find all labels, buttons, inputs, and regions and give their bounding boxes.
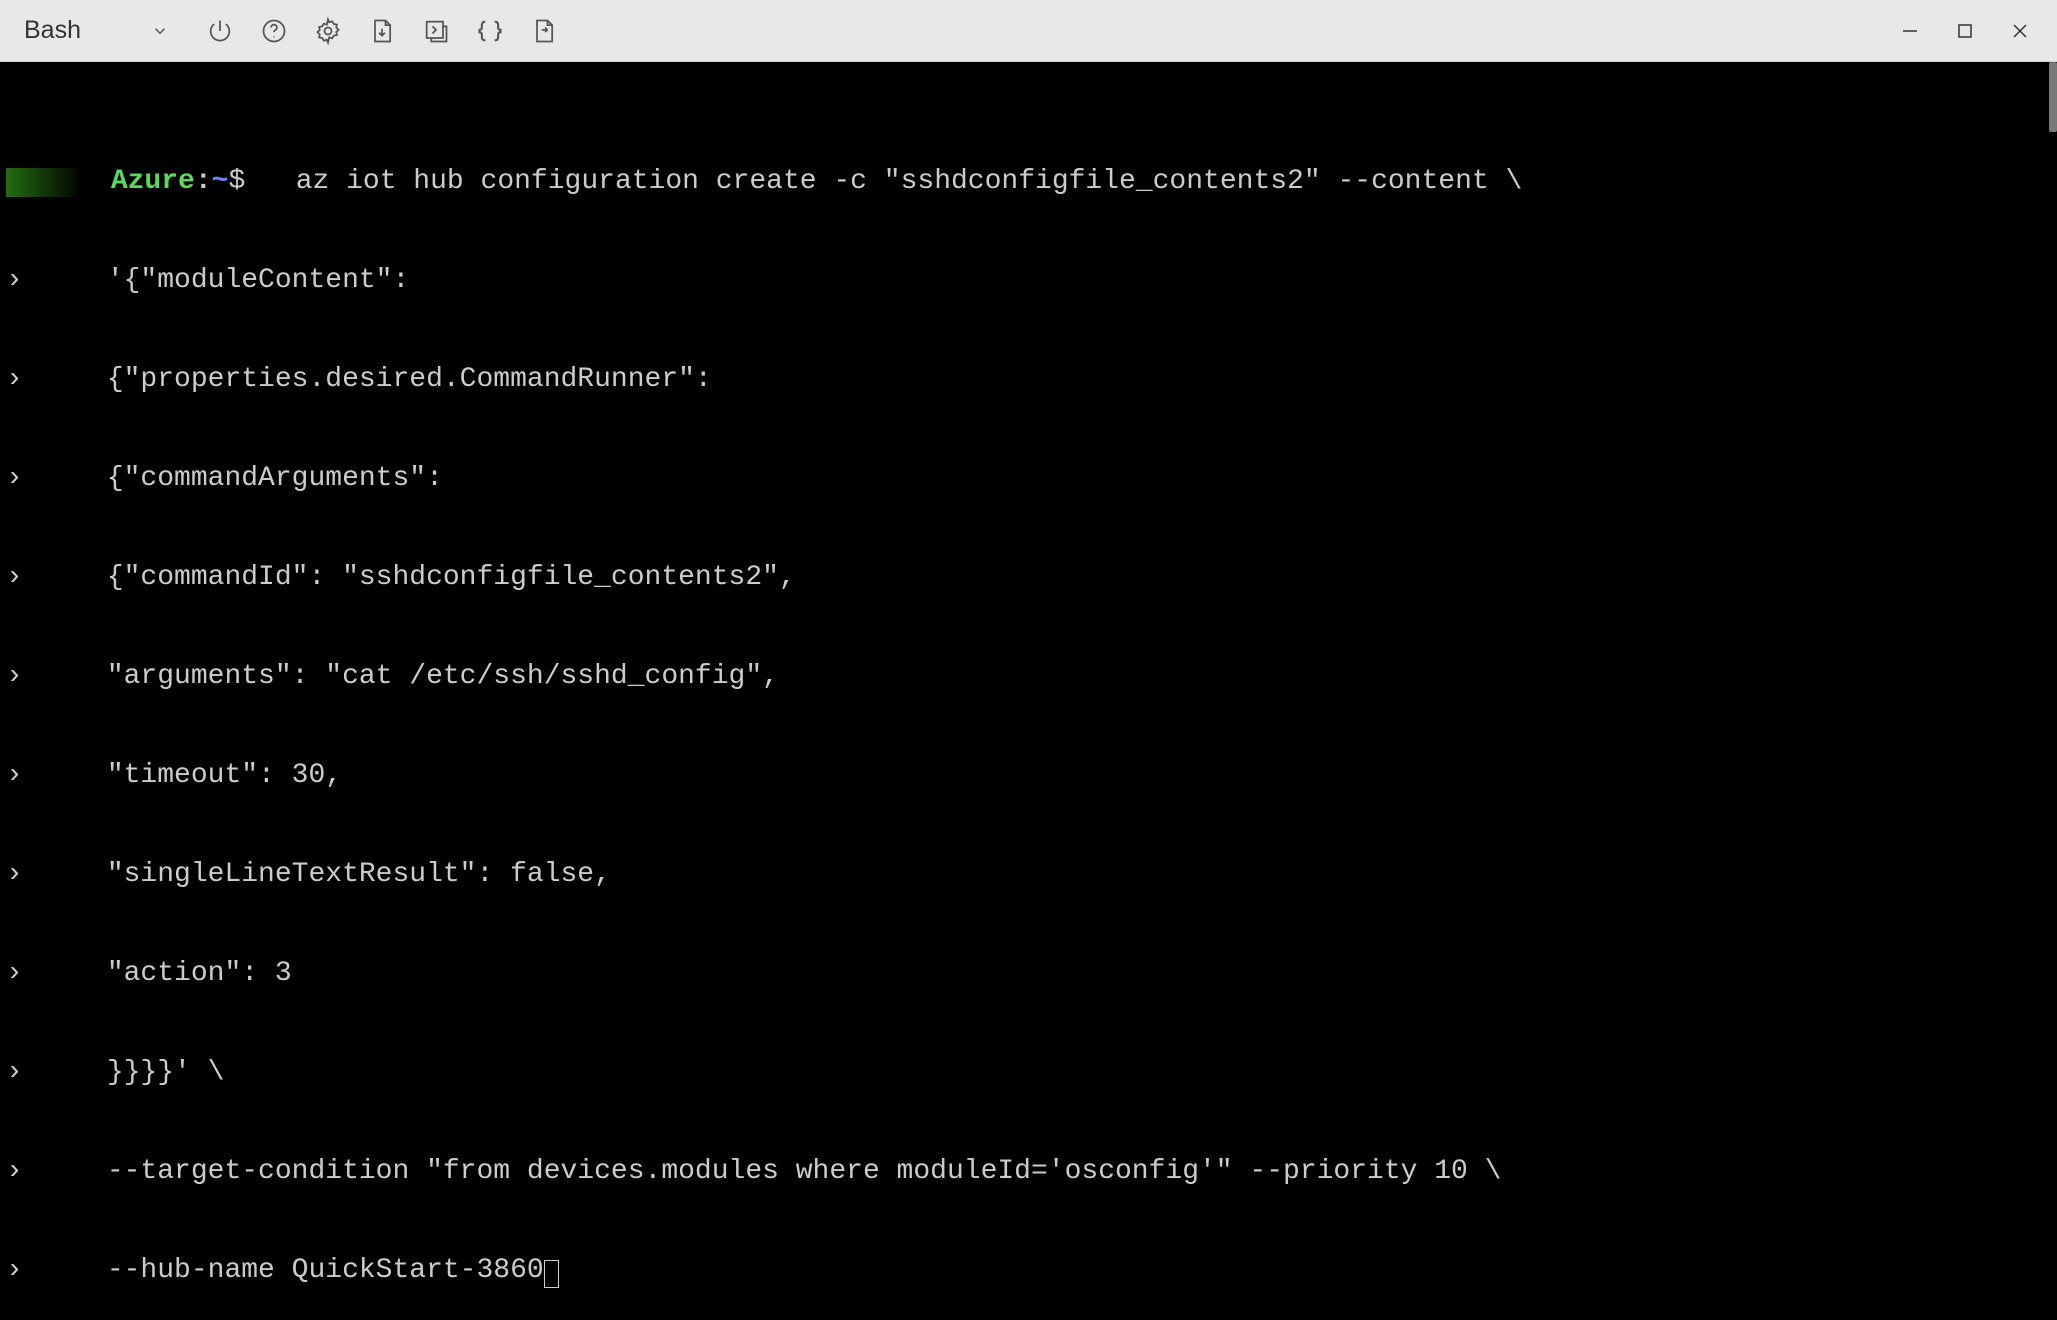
help-icon bbox=[260, 17, 288, 45]
terminal-line: › "arguments": "cat /etc/ssh/sshd_config… bbox=[6, 660, 2051, 693]
braces-icon bbox=[476, 17, 504, 45]
terminal-text: "arguments": "cat /etc/ssh/sshd_config", bbox=[23, 661, 779, 692]
terminal-line: › "singleLineTextResult": false, bbox=[6, 858, 2051, 891]
terminal-line: › {"commandArguments": bbox=[6, 462, 2051, 495]
continuation-prompt: › bbox=[6, 463, 23, 494]
continuation-prompt: › bbox=[6, 661, 23, 692]
terminal-line-prompt: Azure:~$ az iot hub configuration create… bbox=[6, 165, 2051, 198]
terminal-text: {"commandId": "sshdconfigfile_contents2"… bbox=[23, 562, 796, 593]
close-button[interactable] bbox=[1992, 3, 2047, 58]
restart-button[interactable] bbox=[193, 4, 247, 58]
terminal-line: › "action": 3 bbox=[6, 957, 2051, 990]
terminal-text: {"properties.desired.CommandRunner": bbox=[23, 364, 712, 395]
terminal-pane[interactable]: Azure:~$ az iot hub configuration create… bbox=[0, 62, 2057, 1294]
maximize-button[interactable] bbox=[1937, 3, 1992, 58]
terminal-line: › '{"moduleContent": bbox=[6, 264, 2051, 297]
maximize-icon bbox=[1956, 22, 1974, 40]
terminal-line: › {"properties.desired.CommandRunner": bbox=[6, 363, 2051, 396]
shell-selector-label: Bash bbox=[24, 16, 81, 45]
terminal-line: › "timeout": 30, bbox=[6, 759, 2051, 792]
shell-selector[interactable]: Bash bbox=[10, 0, 183, 61]
chevron-down-icon bbox=[151, 22, 169, 40]
terminal-text: {"commandArguments": bbox=[23, 463, 443, 494]
gear-icon bbox=[314, 17, 342, 45]
file-open-icon bbox=[530, 17, 558, 45]
window-controls bbox=[1882, 0, 2047, 61]
continuation-prompt: › bbox=[6, 562, 23, 593]
prompt-dollar: $ bbox=[228, 166, 245, 197]
prompt-path: ~ bbox=[212, 166, 229, 197]
terminal-text: "action": 3 bbox=[23, 958, 292, 989]
terminal-text: '{"moduleContent": bbox=[23, 265, 409, 296]
file-download-icon bbox=[368, 17, 396, 45]
new-session-button[interactable] bbox=[409, 4, 463, 58]
prompt-colon: : bbox=[195, 166, 212, 197]
prompt-user bbox=[6, 166, 111, 197]
upload-download-button[interactable] bbox=[355, 4, 409, 58]
minimize-icon bbox=[1901, 22, 1919, 40]
terminal-text: --hub-name QuickStart-3860 bbox=[23, 1255, 544, 1286]
prompt-host: Azure bbox=[111, 166, 195, 197]
new-session-icon bbox=[422, 17, 450, 45]
cloud-shell-toolbar: Bash bbox=[0, 0, 2057, 62]
continuation-prompt: › bbox=[6, 1255, 23, 1286]
power-icon bbox=[206, 17, 234, 45]
terminal-line: › }}}}' \ bbox=[6, 1056, 2051, 1089]
terminal-text: "singleLineTextResult": false, bbox=[23, 859, 611, 890]
continuation-prompt: › bbox=[6, 364, 23, 395]
terminal-command: az iot hub configuration create -c "sshd… bbox=[245, 166, 1522, 197]
terminal-line: › --hub-name QuickStart-3860 bbox=[6, 1254, 2051, 1287]
continuation-prompt: › bbox=[6, 1057, 23, 1088]
toolbar-icon-group bbox=[193, 4, 571, 58]
continuation-prompt: › bbox=[6, 265, 23, 296]
terminal-line: › --target-condition "from devices.modul… bbox=[6, 1155, 2051, 1188]
web-preview-button[interactable] bbox=[517, 4, 571, 58]
settings-button[interactable] bbox=[301, 4, 355, 58]
terminal-text: "timeout": 30, bbox=[23, 760, 342, 791]
terminal-text: }}}}' \ bbox=[23, 1057, 225, 1088]
terminal-scrollbar[interactable] bbox=[2049, 62, 2057, 132]
terminal-line: › {"commandId": "sshdconfigfile_contents… bbox=[6, 561, 2051, 594]
editor-button[interactable] bbox=[463, 4, 517, 58]
terminal-text: --target-condition "from devices.modules… bbox=[23, 1156, 1502, 1187]
continuation-prompt: › bbox=[6, 859, 23, 890]
continuation-prompt: › bbox=[6, 1156, 23, 1187]
continuation-prompt: › bbox=[6, 760, 23, 791]
terminal-cursor bbox=[544, 1260, 559, 1288]
continuation-prompt: › bbox=[6, 958, 23, 989]
close-icon bbox=[2011, 22, 2029, 40]
minimize-button[interactable] bbox=[1882, 3, 1937, 58]
help-button[interactable] bbox=[247, 4, 301, 58]
